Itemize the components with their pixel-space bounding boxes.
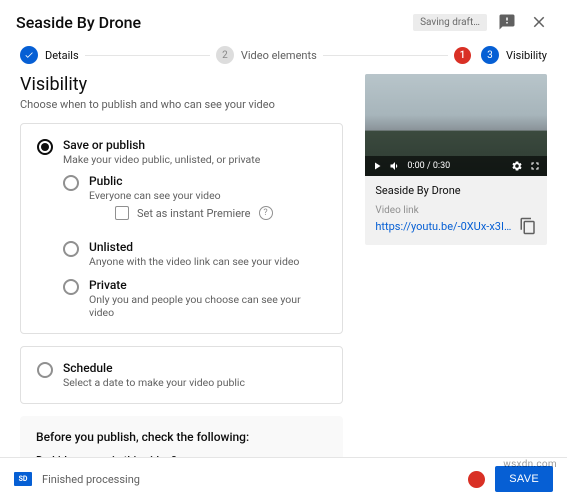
radio-public[interactable] bbox=[63, 175, 79, 191]
dialog-title: Seaside By Drone bbox=[16, 13, 405, 32]
volume-icon[interactable] bbox=[389, 160, 401, 172]
saving-draft-badge: Saving draft… bbox=[413, 14, 487, 31]
copy-icon[interactable] bbox=[519, 217, 537, 235]
help-icon[interactable]: ? bbox=[259, 206, 273, 220]
annotation-2 bbox=[468, 471, 485, 488]
video-link-label: Video link bbox=[365, 199, 547, 216]
check-icon bbox=[20, 46, 38, 64]
save-publish-card: Save or publish Make your video public, … bbox=[20, 123, 343, 334]
public-desc: Everyone can see your video bbox=[89, 189, 273, 202]
premiere-checkbox[interactable] bbox=[115, 206, 129, 220]
footer: SD Finished processing SAVE bbox=[0, 457, 567, 500]
radio-save-publish[interactable] bbox=[37, 139, 53, 155]
video-time: 0:00 / 0:30 bbox=[407, 161, 450, 171]
sd-badge: SD bbox=[14, 472, 32, 486]
player-controls: 0:00 / 0:30 bbox=[365, 156, 547, 176]
step-number-icon: 3 bbox=[481, 46, 499, 64]
annotation-1: 1 bbox=[454, 47, 471, 64]
save-button[interactable]: SAVE bbox=[495, 466, 553, 492]
video-preview-card: 0:00 / 0:30 Seaside By Drone Video link … bbox=[365, 74, 547, 245]
video-thumbnail[interactable]: 0:00 / 0:30 bbox=[365, 74, 547, 176]
video-title: Seaside By Drone bbox=[365, 176, 547, 199]
schedule-desc: Select a date to make your video public bbox=[63, 376, 245, 389]
step-details[interactable]: Details bbox=[20, 46, 79, 64]
step-label: Details bbox=[45, 49, 79, 62]
private-desc: Only you and people you choose can see y… bbox=[89, 293, 326, 319]
video-link[interactable]: https://youtu.be/-0XUx-x3I9I bbox=[375, 220, 513, 233]
save-publish-desc: Make your video public, unlisted, or pri… bbox=[63, 153, 260, 166]
section-heading: Visibility bbox=[20, 74, 343, 95]
fullscreen-icon[interactable] bbox=[529, 160, 541, 172]
connector bbox=[85, 55, 210, 56]
save-publish-title: Save or publish bbox=[63, 138, 260, 152]
private-title: Private bbox=[89, 278, 326, 292]
close-icon[interactable] bbox=[527, 10, 551, 34]
step-visibility[interactable]: 3 Visibility bbox=[481, 46, 547, 64]
stepper: Details 2 Video elements 1 3 Visibility bbox=[0, 42, 567, 74]
schedule-title: Schedule bbox=[63, 361, 245, 375]
step-elements[interactable]: 2 Video elements bbox=[216, 46, 317, 64]
processing-status: Finished processing bbox=[42, 473, 458, 486]
step-label: Visibility bbox=[506, 49, 547, 62]
step-number-icon: 2 bbox=[216, 46, 234, 64]
step-label: Video elements bbox=[241, 49, 317, 62]
checks-heading: Before you publish, check the following: bbox=[36, 430, 327, 444]
section-sub: Choose when to publish and who can see y… bbox=[20, 98, 343, 111]
schedule-card: Schedule Select a date to make your vide… bbox=[20, 346, 343, 404]
connector bbox=[323, 55, 448, 56]
public-title: Public bbox=[89, 174, 273, 188]
unlisted-title: Unlisted bbox=[89, 240, 299, 254]
play-icon[interactable] bbox=[371, 160, 383, 172]
radio-schedule[interactable] bbox=[37, 362, 53, 378]
radio-private[interactable] bbox=[63, 279, 79, 295]
unlisted-desc: Anyone with the video link can see your … bbox=[89, 255, 299, 268]
radio-unlisted[interactable] bbox=[63, 241, 79, 257]
premiere-label: Set as instant Premiere bbox=[137, 207, 251, 220]
feedback-icon[interactable] bbox=[495, 10, 519, 34]
settings-icon[interactable] bbox=[511, 160, 523, 172]
